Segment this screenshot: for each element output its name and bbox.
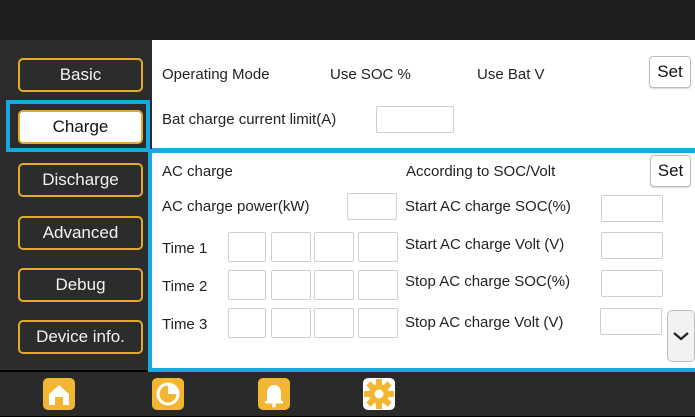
time-2-end-hour[interactable] xyxy=(314,270,354,300)
scroll-down-button[interactable] xyxy=(667,310,695,362)
nav-statistics[interactable] xyxy=(150,376,186,412)
use-soc-option[interactable]: Use SOC % xyxy=(330,66,411,83)
use-bat-v-option[interactable]: Use Bat V xyxy=(477,66,545,83)
start-ac-charge-volt-input[interactable] xyxy=(601,232,663,259)
start-ac-charge-soc-label: Start AC charge SOC(%) xyxy=(405,198,571,215)
ac-charge-power-label: AC charge power(kW) xyxy=(162,198,310,215)
time-3-start-minute[interactable] xyxy=(271,308,311,338)
selection-highlight-sidebar xyxy=(6,100,150,152)
set-operating-mode-button[interactable]: Set xyxy=(649,56,691,88)
stop-ac-charge-soc-input[interactable] xyxy=(601,270,663,297)
chevron-down-icon xyxy=(673,332,689,341)
time-1-start-hour[interactable] xyxy=(228,232,266,262)
gear-icon xyxy=(363,378,395,410)
home-icon xyxy=(43,378,75,410)
time-2-label: Time 2 xyxy=(162,278,208,295)
start-ac-charge-volt-label: Start AC charge Volt (V) xyxy=(405,236,565,253)
time-2-start-minute[interactable] xyxy=(271,270,311,300)
time-2-end-minute[interactable] xyxy=(358,270,398,300)
nav-home[interactable] xyxy=(41,376,77,412)
time-2-start-hour[interactable] xyxy=(228,270,266,300)
stop-ac-charge-volt-input[interactable] xyxy=(600,308,662,335)
stop-ac-charge-soc-label: Stop AC charge SOC(%) xyxy=(405,273,571,290)
bell-icon xyxy=(258,378,290,410)
set-ac-charge-button[interactable]: Set xyxy=(650,155,691,187)
time-1-end-minute[interactable] xyxy=(358,232,398,262)
time-3-start-hour[interactable] xyxy=(228,308,266,338)
pie-chart-icon xyxy=(152,378,184,410)
time-3-end-minute[interactable] xyxy=(358,308,398,338)
time-3-label: Time 3 xyxy=(162,316,208,333)
stop-ac-charge-volt-label: Stop AC charge Volt (V) xyxy=(405,314,564,331)
time-1-start-minute[interactable] xyxy=(271,232,311,262)
nav-alarms[interactable] xyxy=(256,376,292,412)
time-1-label: Time 1 xyxy=(162,240,208,257)
bat-charge-current-limit-input[interactable] xyxy=(376,106,454,133)
start-ac-charge-soc-input[interactable] xyxy=(601,195,663,222)
tab-basic[interactable]: Basic xyxy=(18,58,143,92)
tab-device-info[interactable]: Device info. xyxy=(18,320,143,354)
bat-charge-current-limit-label: Bat charge current limit(A) xyxy=(162,111,337,128)
time-3-end-hour[interactable] xyxy=(314,308,354,338)
nav-settings[interactable] xyxy=(361,376,397,412)
tab-debug[interactable]: Debug xyxy=(18,268,143,302)
operating-mode-label: Operating Mode xyxy=(162,66,270,83)
bottom-nav xyxy=(0,372,695,416)
ac-charge-label: AC charge xyxy=(162,163,233,180)
ac-charge-power-input[interactable] xyxy=(347,193,397,220)
tab-advanced[interactable]: Advanced xyxy=(18,216,143,250)
according-to-soc-volt-label: According to SOC/Volt xyxy=(406,163,556,180)
tab-discharge[interactable]: Discharge xyxy=(18,163,143,197)
top-bar xyxy=(0,0,695,40)
time-1-end-hour[interactable] xyxy=(314,232,354,262)
